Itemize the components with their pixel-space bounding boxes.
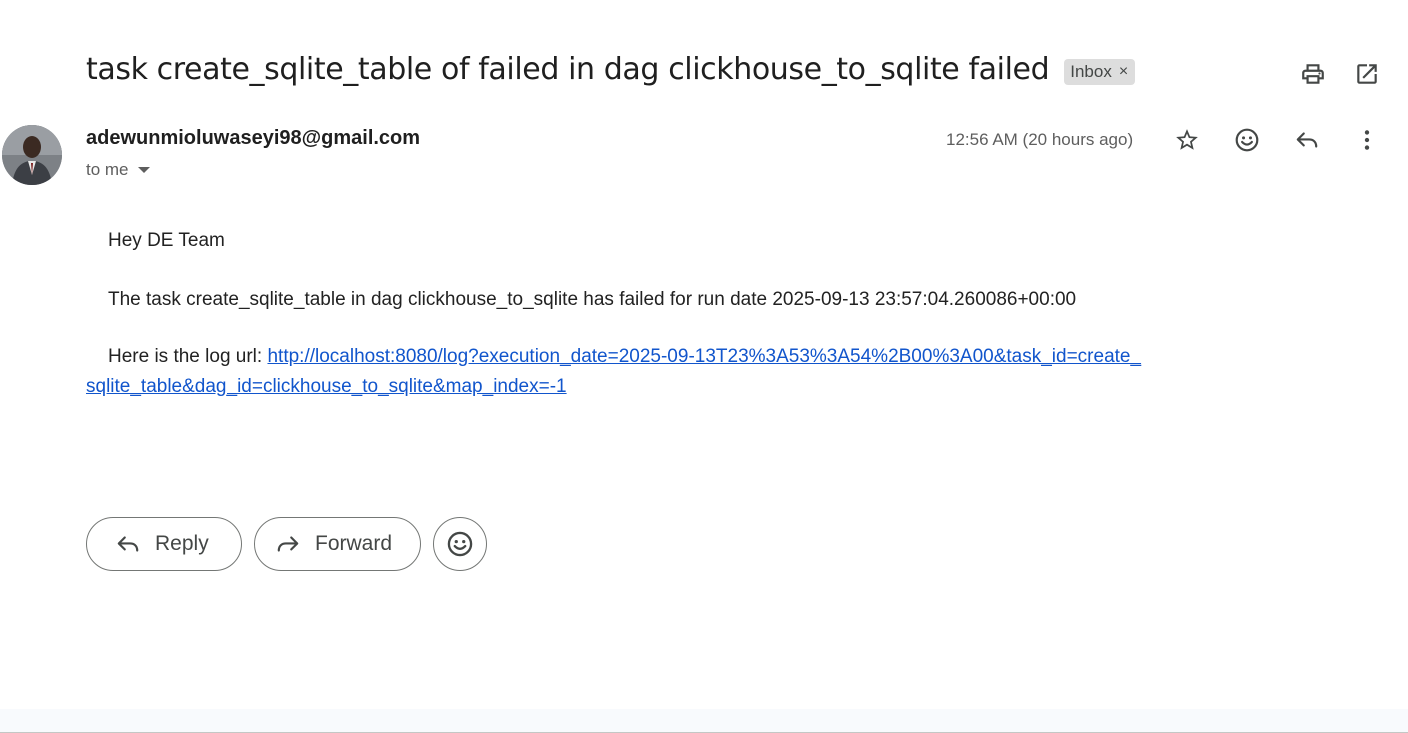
add-reaction-button[interactable] [1232,125,1262,155]
star-button[interactable] [1172,125,1202,155]
sender-email[interactable]: adewunmioluwaseyi98@gmail.com [86,127,420,150]
reply-action-label: Reply [155,532,209,555]
log-url-line-continued: sqlite_table&dag_id=clickhouse_to_sqlite… [86,376,567,398]
remove-label-button[interactable]: × [1119,63,1128,81]
emoji-icon [447,531,473,557]
log-url-link-part1[interactable]: http://localhost:8080/log?execution_date… [267,346,1141,367]
print-all-button[interactable] [1298,59,1328,89]
label-chip-text: Inbox [1070,61,1112,81]
subject-row: task create_sqlite_table of failed in da… [86,52,1136,87]
email-greeting: Hey DE Team [108,230,225,251]
inbox-label-chip[interactable]: Inbox × [1064,58,1136,85]
forward-action-label: Forward [315,532,393,555]
email-message: The task create_sqlite_table in dag clic… [108,289,1077,310]
reply-icon [1294,127,1318,148]
avatar-photo [2,125,62,185]
reply-icon [115,531,141,557]
log-url-prefix: Here is the log url: [108,346,268,367]
react-emoji-button[interactable] [433,517,487,571]
email-view: task create_sqlite_table of failed in da… [0,0,1408,733]
recipient-label: to me [86,160,129,179]
sender-avatar[interactable] [2,125,62,185]
reply-button[interactable] [1292,125,1322,155]
log-url-link-part2[interactable]: sqlite_table&dag_id=clickhouse_to_sqlite… [86,376,567,397]
star-icon [1176,129,1198,150]
printer-icon [1302,64,1324,84]
more-vert-icon [1364,130,1370,150]
emoji-icon [1235,128,1259,152]
forward-action-button[interactable]: Forward [254,517,421,571]
email-timestamp: 12:56 AM (20 hours ago) [946,130,1134,149]
email-subject: task create_sqlite_table of failed in da… [86,52,1050,87]
open-in-new-icon [1357,64,1377,84]
chevron-down-icon [137,167,150,173]
recipient-details-toggle[interactable]: to me [86,160,150,180]
more-options-button[interactable] [1352,125,1382,155]
page-footer-strip [0,709,1408,733]
open-in-new-window-button[interactable] [1352,59,1382,89]
forward-icon [275,531,301,557]
log-url-line: Here is the log url: http://localhost:80… [108,346,1141,368]
reply-action-button[interactable]: Reply [86,517,242,571]
